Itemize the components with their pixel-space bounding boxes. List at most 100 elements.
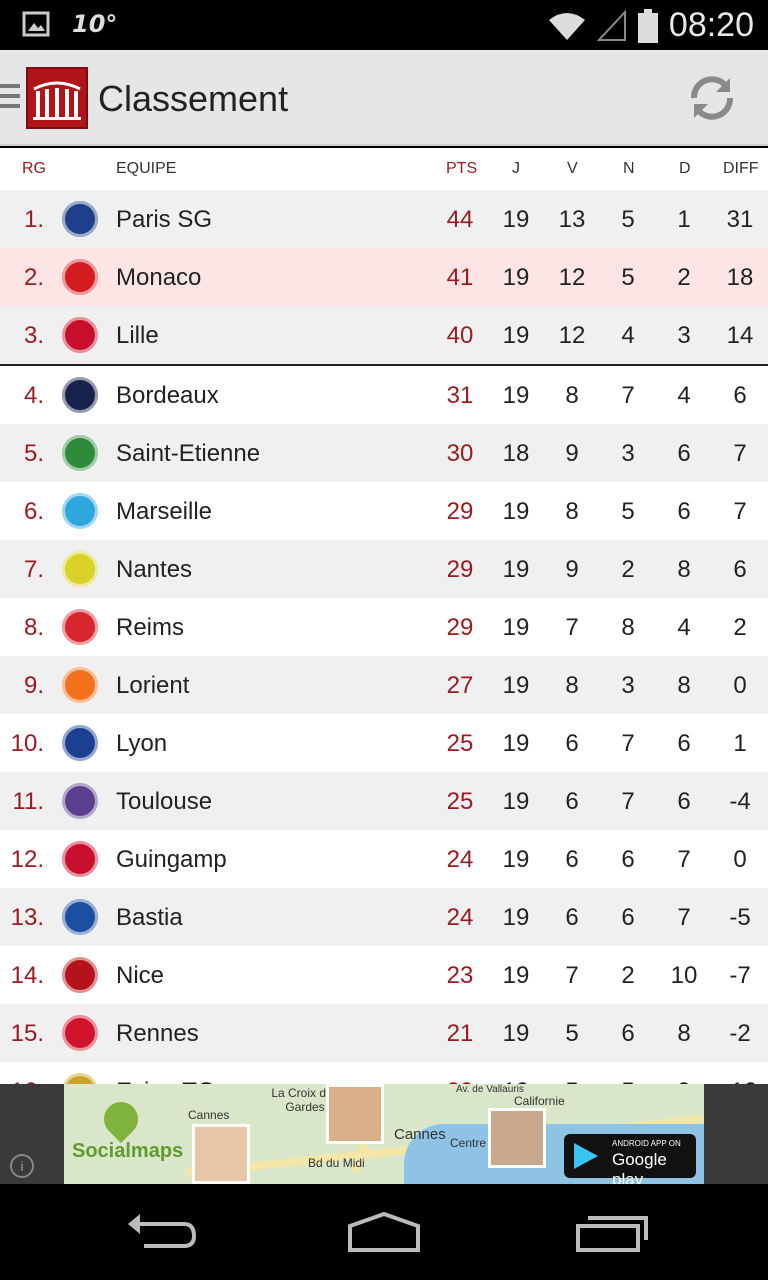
won-cell: 8 <box>565 382 579 409</box>
won-cell: 6 <box>565 846 579 873</box>
table-row[interactable]: 5. Saint-Etienne 30 18 9 3 6 7 <box>0 424 768 482</box>
refresh-button[interactable] <box>684 70 740 126</box>
table-row[interactable]: 13. Bastia 24 19 6 6 7 -5 <box>0 888 768 946</box>
diff-cell: 0 <box>733 846 747 873</box>
team-name: Saint-Etienne <box>116 440 261 467</box>
lost-cell: 6 <box>677 788 691 815</box>
rank-cell: 13. <box>10 904 44 931</box>
points-cell: 23 <box>446 962 474 989</box>
played-cell: 19 <box>502 322 530 349</box>
google-play-icon <box>574 1143 598 1169</box>
ad-map-label: Cannes <box>394 1126 446 1143</box>
diff-cell: 7 <box>733 498 747 525</box>
played-cell: 19 <box>502 614 530 641</box>
team-crest-icon <box>62 259 98 295</box>
table-row[interactable]: 16.Evian TG2019559-10 <box>0 1062 768 1084</box>
drawn-cell: 5 <box>621 498 635 525</box>
table-row[interactable]: 7. Nantes 29 19 9 2 8 6 <box>0 540 768 598</box>
google-play-badge[interactable]: ANDROID APP ON Google play <box>564 1134 696 1184</box>
rank-cell: 10. <box>10 730 44 757</box>
team-crest-icon <box>62 957 98 993</box>
lost-cell: 6 <box>677 498 691 525</box>
table-row[interactable]: 15. Rennes 21 19 5 6 8 -2 <box>0 1004 768 1062</box>
drawn-cell: 5 <box>621 206 635 233</box>
table-row[interactable]: 4. Bordeaux 31 19 8 7 4 6 <box>0 366 768 424</box>
table-row[interactable]: 12. Guingamp 24 19 6 6 7 0 <box>0 830 768 888</box>
ad-profile-photo <box>488 1108 546 1168</box>
rank-cell: 11. <box>12 788 44 815</box>
table-row[interactable]: 2. Monaco 41 19 12 5 2 18 <box>0 248 768 306</box>
team-crest-icon <box>62 551 98 587</box>
socialmaps-pin-icon <box>96 1094 146 1144</box>
points-cell: 41 <box>446 264 474 291</box>
points-cell: 29 <box>446 614 474 641</box>
ad-profile-photo <box>326 1084 384 1144</box>
temperature-readout: 10° <box>72 10 118 38</box>
navigation-bar <box>0 1184 768 1280</box>
team-crest-icon <box>62 667 98 703</box>
team-crest-icon <box>62 899 98 935</box>
lost-cell: 8 <box>677 672 691 699</box>
team-name: Nantes <box>116 556 193 583</box>
won-cell: 6 <box>565 730 579 757</box>
recent-apps-button[interactable] <box>574 1206 654 1258</box>
table-row[interactable]: 10. Lyon 25 19 6 7 6 1 <box>0 714 768 772</box>
team-crest-icon <box>62 435 98 471</box>
rank-cell: 2. <box>23 264 44 291</box>
team-name: Marseille <box>116 498 213 525</box>
diff-cell: 7 <box>733 440 747 467</box>
diff-cell: 6 <box>733 556 747 583</box>
table-row[interactable]: 9. Lorient 27 19 8 3 8 0 <box>0 656 768 714</box>
played-cell: 19 <box>502 1020 530 1047</box>
table-row[interactable]: 1. Paris SG 44 19 13 5 1 31 <box>0 190 768 248</box>
lost-cell: 6 <box>677 730 691 757</box>
drawn-cell: 8 <box>621 614 635 641</box>
wifi-icon <box>548 12 585 40</box>
ad-map-label: Av. de Vallauris <box>456 1084 524 1095</box>
drawn-cell: 3 <box>621 672 635 699</box>
lost-cell: 2 <box>677 264 691 291</box>
team-crest-icon <box>62 725 98 761</box>
rank-cell: 14. <box>10 962 44 989</box>
table-row[interactable]: 6. Marseille 29 19 8 5 6 7 <box>0 482 768 540</box>
table-row[interactable]: 11. Toulouse 25 19 6 7 6 -4 <box>0 772 768 830</box>
team-name: Guingamp <box>116 846 227 873</box>
drawer-menu-icon[interactable] <box>0 84 20 112</box>
column-team: EQUIPE <box>116 160 177 177</box>
points-cell: 31 <box>446 382 474 409</box>
played-cell: 19 <box>502 556 530 583</box>
team-crest-icon <box>62 377 98 413</box>
table-row[interactable]: 3. Lille 40 19 12 4 3 14 <box>0 306 768 364</box>
played-cell: 19 <box>502 382 530 409</box>
lost-cell: 7 <box>677 846 691 873</box>
app-logo[interactable] <box>26 67 88 129</box>
team-name: Toulouse <box>116 788 213 815</box>
lost-cell: 1 <box>677 206 691 233</box>
diff-cell: 31 <box>726 206 754 233</box>
page-title: Classement <box>98 78 289 119</box>
team-name: Lille <box>116 322 159 349</box>
lost-cell: 3 <box>677 322 691 349</box>
ad-banner[interactable]: Socialmaps La Croix des Gardes Cannes Ca… <box>64 1084 704 1184</box>
diff-cell: 14 <box>726 322 754 349</box>
played-cell: 19 <box>502 788 530 815</box>
back-button[interactable] <box>124 1206 204 1258</box>
team-name: Lorient <box>116 672 190 699</box>
home-button[interactable] <box>344 1206 424 1258</box>
team-name: Bastia <box>116 904 183 931</box>
ad-info-icon[interactable]: i <box>10 1154 34 1178</box>
table-row[interactable]: 8. Reims 29 19 7 8 4 2 <box>0 598 768 656</box>
diff-cell: 1 <box>733 730 747 757</box>
table-row[interactable]: 14. Nice 23 19 7 2 10 -7 <box>0 946 768 1004</box>
played-cell: 19 <box>502 962 530 989</box>
played-cell: 19 <box>502 264 530 291</box>
won-cell: 12 <box>558 264 586 291</box>
standings-list[interactable]: 1. Paris SG 44 19 13 5 1 31 2. Monaco 41 19 12 5 2 18 3.… <box>0 190 768 1084</box>
played-cell: 19 <box>502 904 530 931</box>
drawn-cell: 3 <box>621 440 635 467</box>
drawn-cell: 4 <box>621 322 635 349</box>
team-crest-icon <box>62 1073 98 1084</box>
points-cell: 27 <box>446 672 474 699</box>
diff-cell: 2 <box>733 614 747 641</box>
rank-cell: 5. <box>23 440 44 467</box>
